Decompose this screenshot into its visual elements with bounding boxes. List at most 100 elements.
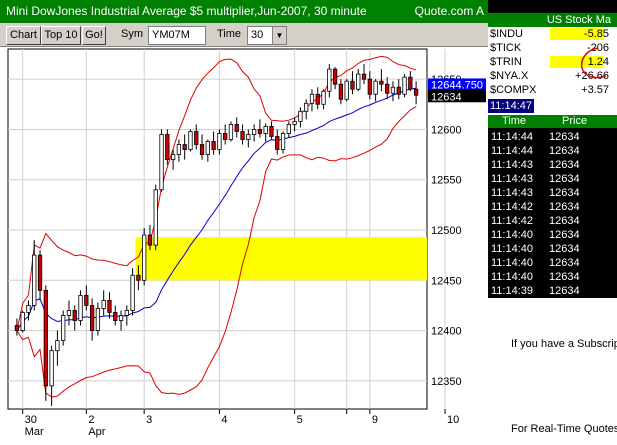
panel-edge bbox=[611, 30, 617, 90]
y-tick-label: 12600 bbox=[431, 124, 462, 136]
y-tick-label: 12350 bbox=[431, 376, 462, 388]
stock-symbol: $TRIN bbox=[490, 56, 522, 68]
candle-body bbox=[234, 124, 239, 132]
list-item: 11:14:42 12634 bbox=[491, 201, 580, 213]
list-item: 11:14:43 12634 bbox=[491, 173, 580, 185]
candle-body bbox=[263, 126, 268, 134]
candle-body bbox=[153, 189, 158, 246]
stock-symbol: $INDU bbox=[490, 28, 524, 40]
x-tick-label: 2 bbox=[88, 414, 94, 426]
x-tick-label: 10 bbox=[447, 414, 459, 426]
candle-body bbox=[205, 141, 210, 155]
last-price-label: 12634 bbox=[431, 91, 462, 103]
x-month-label: Apr bbox=[88, 426, 105, 438]
window-title-bar: Mini DowJones Industrial Average $5 mult… bbox=[0, 0, 488, 23]
candle-body bbox=[408, 76, 413, 90]
symbol-input[interactable]: YM07M bbox=[148, 26, 206, 45]
list-item: 11:14:39 12634 bbox=[491, 285, 580, 297]
candle-body bbox=[188, 131, 193, 150]
time-interval-value: 30 bbox=[251, 29, 264, 41]
x-tick-label: 9 bbox=[372, 414, 378, 426]
sym-label: Sym bbox=[121, 28, 143, 40]
toolbar: Chart Top 10 Go! Sym YM07M Time 30 ▼ bbox=[0, 23, 488, 47]
chart-canvas: 1265012600125501250012450124001235012644… bbox=[7, 48, 486, 438]
price-chart[interactable]: 1265012600125501250012450124001235012644… bbox=[0, 47, 488, 445]
list-item: 11:14:40 12634 bbox=[491, 271, 580, 283]
candle-body bbox=[304, 102, 309, 112]
x-tick-label: 3 bbox=[146, 414, 152, 426]
go-button[interactable]: Go! bbox=[82, 26, 106, 45]
candle-body bbox=[344, 80, 349, 100]
candle-body bbox=[211, 141, 216, 150]
candle-body bbox=[338, 83, 344, 100]
time-interval-select[interactable]: 30 ▼ bbox=[247, 26, 287, 45]
candle-body bbox=[379, 80, 384, 85]
candle-body bbox=[280, 133, 286, 150]
list-item: 11:14:42 12634 bbox=[491, 215, 580, 227]
candle-body bbox=[246, 134, 251, 140]
time-label: Time bbox=[217, 28, 242, 40]
candle-body bbox=[37, 254, 43, 291]
candle-body bbox=[292, 121, 297, 125]
list-item: 11:14:40 12634 bbox=[491, 229, 580, 241]
time-sales-header: Time Price bbox=[488, 115, 617, 128]
promo-text-realtime[interactable]: For Real-Time Quotes bbox=[511, 423, 617, 435]
stock-row-compx[interactable]: $COMPX +3.57 bbox=[488, 84, 617, 96]
candle-body bbox=[66, 310, 72, 316]
stock-symbol: $NYA.X bbox=[490, 70, 529, 82]
candle-body bbox=[402, 76, 407, 95]
time-sales-list[interactable]: 11:14:44 12634 11:14:44 12634 11:14:43 1263… bbox=[488, 128, 617, 298]
candle-body bbox=[396, 86, 401, 95]
candle-body bbox=[165, 134, 170, 161]
x-month-label: Mar bbox=[25, 426, 44, 438]
x-tick-label: 4 bbox=[221, 414, 227, 426]
subscription-promo-area: If you have a Subscript For Real-Time Qu… bbox=[488, 298, 617, 445]
list-item: 11:14:44 12634 bbox=[491, 131, 580, 143]
candle-body bbox=[101, 299, 106, 309]
candle-body bbox=[367, 78, 372, 95]
list-item: 11:14:40 12634 bbox=[491, 257, 580, 269]
candle-body bbox=[275, 136, 280, 150]
y-tick-label: 12550 bbox=[431, 175, 462, 187]
candle-body bbox=[321, 90, 326, 105]
candle-body bbox=[130, 274, 135, 311]
plot-area bbox=[7, 48, 428, 410]
candle-body bbox=[95, 308, 101, 331]
candle-body bbox=[199, 144, 205, 155]
promo-text-subscription: If you have a Subscript bbox=[511, 338, 617, 350]
candle-body bbox=[413, 88, 419, 96]
candle-body bbox=[43, 289, 48, 387]
candle-body bbox=[124, 310, 129, 316]
candle-body bbox=[182, 144, 187, 150]
annotation-circle bbox=[580, 47, 607, 79]
candle-body bbox=[159, 134, 164, 191]
candle-body bbox=[223, 133, 228, 140]
chart-button[interactable]: Chart bbox=[6, 26, 41, 45]
y-tick-label: 12450 bbox=[431, 275, 462, 287]
top10-button[interactable]: Top 10 bbox=[41, 26, 81, 45]
candle-body bbox=[309, 93, 315, 104]
candle-body bbox=[356, 73, 361, 90]
candle-body bbox=[118, 315, 124, 321]
time-and-sales-panel: Time Price 11:14:44 12634 11:14:44 12634 1… bbox=[488, 115, 617, 445]
candle-body bbox=[107, 299, 112, 313]
list-item: 11:14:43 12634 bbox=[491, 187, 580, 199]
stock-symbol: $COMPX bbox=[490, 84, 537, 96]
list-item: 11:14:44 12634 bbox=[491, 145, 580, 157]
candle-body bbox=[286, 124, 291, 134]
stock-row-indu[interactable]: $INDU -5.85 bbox=[488, 28, 617, 40]
chevron-down-icon[interactable]: ▼ bbox=[272, 27, 286, 44]
candle-body bbox=[350, 80, 355, 90]
candle-body bbox=[257, 129, 263, 134]
candle-body bbox=[113, 312, 118, 321]
candle-body bbox=[315, 93, 320, 105]
candle-body bbox=[327, 68, 332, 92]
candle-body bbox=[176, 144, 182, 155]
candle-body bbox=[390, 86, 396, 94]
candle-body bbox=[170, 154, 176, 161]
stock-symbol: $TICK bbox=[490, 42, 522, 54]
price-column-header: Price bbox=[562, 115, 588, 127]
chart-title: Mini DowJones Industrial Average $5 mult… bbox=[6, 4, 367, 18]
candle-body bbox=[26, 305, 31, 313]
list-item: 11:14:40 12634 bbox=[491, 243, 580, 255]
